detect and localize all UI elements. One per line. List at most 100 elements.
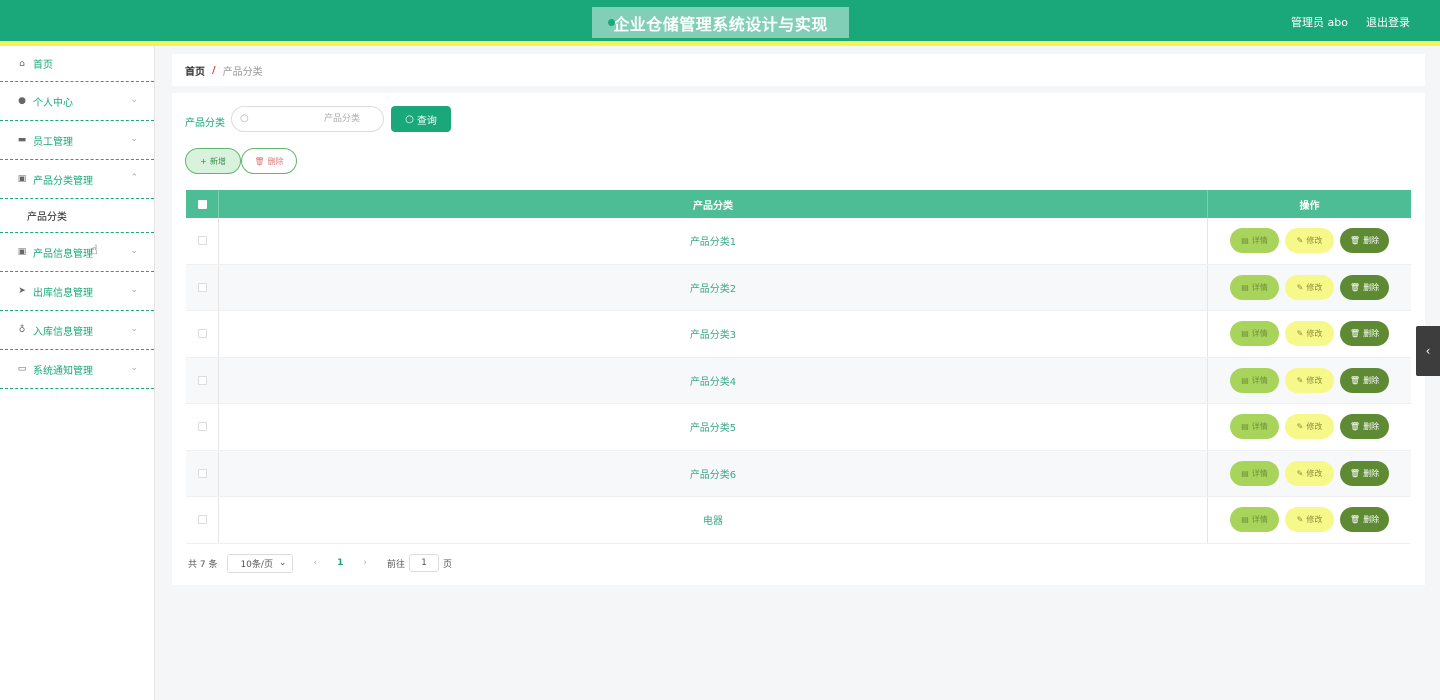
sidebar-item-home[interactable]: ⌂ 首页 (0, 46, 154, 82)
add-button[interactable]: + 新增 (185, 148, 241, 174)
detail-button[interactable]: ▤ 详情 (1230, 367, 1279, 393)
chevron-down-icon: ⌄ (130, 324, 138, 334)
row-actions: ▤ 详情 ✎ 修改 🗑 删除 (1208, 358, 1411, 404)
table-row: 电器 ▤ 详情 ✎ 修改 🗑 删除 (186, 497, 1411, 544)
edit-button[interactable]: ✎ 修改 (1285, 274, 1334, 300)
category-name-cell: 产品分类6 (219, 450, 1208, 496)
edit-button[interactable]: ✎ 修改 (1285, 367, 1334, 393)
detail-button[interactable]: ▤ 详情 (1230, 321, 1279, 347)
detail-button[interactable]: ▤ 详情 (1230, 507, 1279, 533)
hand-cursor-icon: ☝ (90, 243, 98, 258)
delete-button[interactable]: 🗑 删除 (1340, 414, 1389, 440)
chevron-down-icon: ⌄ (130, 134, 138, 144)
chevron-up-icon: ⌃ (130, 173, 138, 183)
detail-button-label: 详情 (1251, 375, 1268, 385)
detail-button-label: 详情 (1251, 468, 1268, 478)
sidebar-subitem-product-category[interactable]: 产品分类 (0, 199, 154, 233)
delete-button-label: 删除 (1363, 375, 1380, 385)
column-header-category: 产品分类 (219, 190, 1208, 218)
page-size-select[interactable]: 10条/页 ⌄ (227, 553, 294, 573)
collapse-toggle-button[interactable]: ‹ (1416, 326, 1440, 376)
detail-button[interactable]: ▤ 详情 (1230, 228, 1279, 254)
logout-link[interactable]: 退出登录 (1366, 14, 1410, 30)
category-name-cell: 产品分类4 (219, 357, 1208, 403)
delete-button[interactable]: 🗑 删除 (1340, 507, 1389, 533)
query-button[interactable]: ○ 查询 (391, 106, 451, 132)
delete-button[interactable]: 🗑 删除 (1340, 274, 1389, 300)
row-actions: ▤ 详情 ✎ 修改 🗑 删除 (1208, 451, 1411, 497)
sidebar-item-notice-management[interactable]: ▭ 系统通知管理 ⌄ (0, 350, 154, 389)
edit-button[interactable]: ✎ 修改 (1285, 460, 1334, 486)
detail-button-label: 详情 (1251, 236, 1268, 246)
delete-button-label: 删除 (1363, 282, 1380, 292)
delete-button[interactable]: 🗑 删除 (1340, 367, 1389, 393)
header-user-area: 管理员 abo 退出登录 (1291, 14, 1410, 30)
pencil-icon: ✎ (1296, 468, 1304, 478)
document-icon: ▤ (1241, 375, 1249, 385)
sidebar-item-staff-management[interactable]: ▬ 员工管理 ⌄ (0, 121, 154, 160)
detail-button[interactable]: ▤ 详情 (1230, 274, 1279, 300)
row-checkbox[interactable] (197, 236, 207, 246)
page-number[interactable]: 1 (337, 558, 343, 568)
edit-button[interactable]: ✎ 修改 (1285, 507, 1334, 533)
sidebar-item-product-info-management[interactable]: ▣ 产品信息管理 ⌄ (0, 233, 154, 272)
chevron-down-icon: ⌄ (130, 95, 138, 105)
batch-delete-label: 删除 (267, 156, 284, 166)
detail-button[interactable]: ▤ 详情 (1230, 414, 1279, 440)
next-page-icon[interactable]: › (363, 558, 367, 568)
row-checkbox[interactable] (197, 282, 207, 292)
prev-page-icon[interactable]: ‹ (313, 558, 317, 568)
page-size-value: 10条/页 (240, 559, 273, 570)
batch-delete-button[interactable]: 🗑 删除 (241, 148, 297, 174)
edit-button-label: 修改 (1306, 375, 1323, 385)
document-icon: ▤ (1241, 236, 1249, 246)
delete-button[interactable]: 🗑 删除 (1340, 460, 1389, 486)
goto-suffix: 页 (442, 559, 452, 570)
edit-button-label: 修改 (1306, 468, 1323, 478)
app-title-box: 企业仓储管理系统设计与实现 (592, 7, 849, 38)
row-checkbox[interactable] (197, 422, 207, 432)
sidebar-item-label: 出库信息管理 (33, 287, 93, 299)
search-icon: ○ (240, 113, 249, 124)
row-actions: ▤ 详情 ✎ 修改 🗑 删除 (1208, 497, 1411, 543)
sidebar-item-label: 首页 (33, 60, 53, 71)
row-actions: ▤ 详情 ✎ 修改 🗑 删除 (1208, 265, 1411, 311)
delete-button[interactable]: 🗑 删除 (1340, 321, 1389, 347)
sidebar-item-personal-center[interactable]: ● 个人中心 ⌄ (0, 82, 154, 121)
sidebar-item-product-category-management[interactable]: ▣ 产品分类管理 ⌃ (0, 160, 154, 199)
search-icon: ○ (405, 113, 414, 125)
row-actions: ▤ 详情 ✎ 修改 🗑 删除 (1208, 404, 1411, 450)
select-all-checkbox[interactable] (197, 199, 207, 209)
sidebar-menu: ⌂ 首页 ● 个人中心 ⌄ ▬ 员工管理 ⌄ ▣ 产品分类管理 ⌃ 产品分类 ▣… (0, 46, 155, 700)
breadcrumb-home[interactable]: 首页 (185, 63, 205, 78)
table-row: 产品分类5 ▤ 详情 ✎ 修改 🗑 删除 (186, 404, 1411, 451)
search-input[interactable] (256, 110, 378, 128)
row-check-cell (186, 497, 219, 543)
trash-icon: 🗑 (254, 156, 265, 166)
row-checkbox[interactable] (197, 515, 207, 525)
delete-button[interactable]: 🗑 删除 (1340, 228, 1389, 254)
edit-button[interactable]: ✎ 修改 (1285, 228, 1334, 254)
column-header-actions: 操作 (1299, 200, 1320, 212)
breadcrumb-current: 产品分类 (222, 66, 263, 78)
chevron-down-icon: ⌄ (130, 363, 138, 373)
row-checkbox[interactable] (197, 329, 207, 339)
row-checkbox[interactable] (197, 468, 207, 478)
trash-icon: 🗑 (1349, 468, 1361, 478)
row-checkbox[interactable] (197, 375, 207, 385)
delete-button-label: 删除 (1363, 236, 1380, 246)
goto-page-input[interactable]: 1 (408, 554, 439, 572)
send-icon: ➤ (18, 286, 26, 296)
sidebar-item-inbound-management[interactable]: ♁ 入库信息管理 ⌄ (0, 311, 154, 350)
sidebar-item-label: 员工管理 (33, 136, 73, 148)
sidebar-item-outbound-management[interactable]: ➤ 出库信息管理 ⌄ (0, 272, 154, 311)
row-check-cell (186, 218, 219, 264)
category-name-cell: 电器 (219, 497, 1208, 543)
edit-button[interactable]: ✎ 修改 (1285, 321, 1334, 347)
detail-button[interactable]: ▤ 详情 (1230, 460, 1279, 486)
chevron-down-icon: ⌄ (130, 246, 138, 256)
detail-button-label: 详情 (1251, 515, 1268, 525)
row-check-cell (186, 264, 219, 310)
document-icon: ▤ (1241, 515, 1249, 525)
edit-button[interactable]: ✎ 修改 (1285, 414, 1334, 440)
